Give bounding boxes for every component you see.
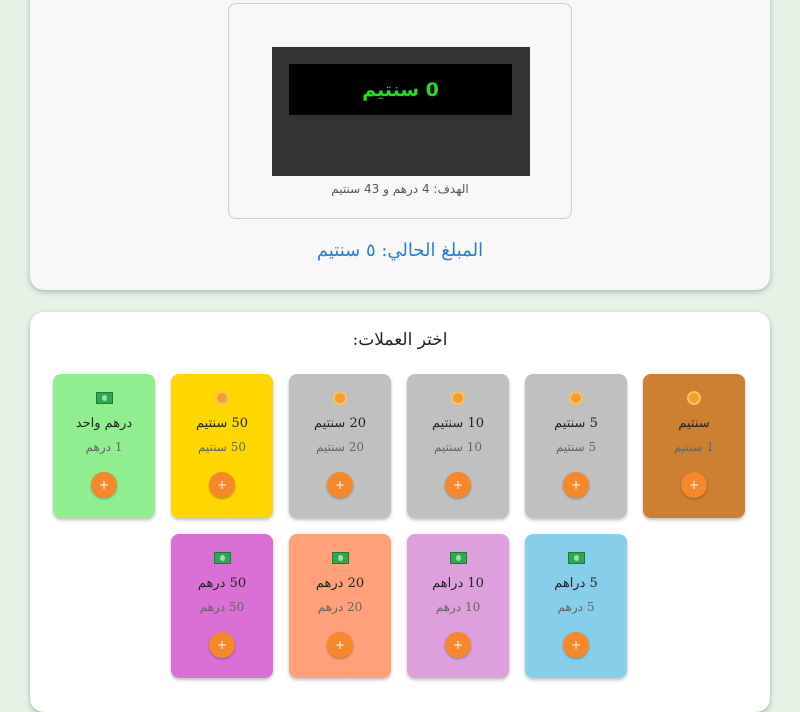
target-amount-label: الهدف: 4 درهم و 43 سنتيم — [331, 182, 469, 196]
choose-currencies-title: اختر العملات: — [352, 330, 448, 350]
currency-card-name: 50 سنتيم — [196, 416, 248, 431]
currency-card-10-dirhams[interactable]: 10 دراهم 10 درهم + — [407, 534, 509, 678]
coin-icon — [643, 391, 745, 410]
currency-card-1-dirham[interactable]: درهم واحد 1 درهم + — [53, 374, 155, 518]
machine-display-box: 0 سنتيم الهدف: 4 درهم و 43 سنتيم — [228, 3, 572, 219]
add-currency-button[interactable]: + — [563, 472, 589, 498]
money-display-panel: 0 سنتيم الهدف: 4 درهم و 43 سنتيم المبلغ … — [30, 0, 770, 290]
currency-card-value: 50 درهم — [199, 600, 245, 614]
add-currency-button[interactable]: + — [445, 632, 471, 658]
currency-card-name: 5 دراهم — [554, 576, 598, 591]
currency-card-value: 50 سنتيم — [198, 440, 246, 454]
add-currency-button[interactable]: + — [327, 632, 353, 658]
currency-card-20-dirhams[interactable]: 20 درهم 20 درهم + — [289, 534, 391, 678]
currency-card-value: 10 سنتيم — [434, 440, 482, 454]
add-currency-button[interactable]: + — [91, 472, 117, 498]
coin-icon — [525, 391, 627, 410]
currency-card-name: 20 سنتيم — [314, 416, 366, 431]
add-currency-button[interactable]: + — [445, 472, 471, 498]
currency-card-20-centimes[interactable]: 20 سنتيم 20 سنتيم + — [289, 374, 391, 518]
machine-body: 0 سنتيم — [272, 47, 530, 176]
currency-card-5-centimes[interactable]: 5 سنتيم 5 سنتيم + — [525, 374, 627, 518]
coin-icon — [407, 391, 509, 410]
coin-icon — [171, 391, 273, 410]
add-currency-button[interactable]: + — [209, 632, 235, 658]
add-currency-button[interactable]: + — [327, 472, 353, 498]
currency-card-value: 10 درهم — [435, 600, 481, 614]
banknote-icon — [289, 551, 391, 569]
currency-card-5-dirhams[interactable]: 5 دراهم 5 درهم + — [525, 534, 627, 678]
add-currency-button[interactable]: + — [681, 472, 707, 498]
add-currency-button[interactable]: + — [563, 632, 589, 658]
currency-card-name: 20 درهم — [315, 576, 365, 591]
currency-card-value: 20 سنتيم — [316, 440, 364, 454]
currency-card-50-centimes[interactable]: 50 سنتيم 50 سنتيم + — [171, 374, 273, 518]
currency-card-name: 50 درهم — [197, 576, 247, 591]
currency-card-value: 20 درهم — [317, 600, 363, 614]
amount-screen: 0 سنتيم — [289, 64, 512, 115]
currency-card-value: 1 سنتيم — [673, 440, 715, 454]
currency-card-name: درهم واحد — [75, 416, 133, 431]
currency-card-10-centimes[interactable]: 10 سنتيم 10 سنتيم + — [407, 374, 509, 518]
currency-card-name: 10 سنتيم — [432, 416, 484, 431]
add-currency-button[interactable]: + — [209, 472, 235, 498]
banknote-icon — [171, 551, 273, 569]
currency-card-value: 1 درهم — [85, 440, 123, 454]
current-amount-label: المبلغ الحالي: ٥ سنتيم — [316, 240, 484, 261]
banknote-icon — [525, 551, 627, 569]
currency-card-1-centime[interactable]: سنتيم 1 سنتيم + — [643, 374, 745, 518]
currency-card-name: سنتيم — [678, 416, 710, 431]
banknote-icon — [53, 391, 155, 409]
currency-card-value: 5 سنتيم — [555, 440, 597, 454]
currency-card-value: 5 درهم — [557, 600, 595, 614]
banknote-icon — [407, 551, 509, 569]
currency-card-name: 5 سنتيم — [554, 416, 598, 431]
currency-card-name: 10 دراهم — [432, 576, 484, 591]
coin-icon — [289, 391, 391, 410]
currency-card-50-dirhams[interactable]: 50 درهم 50 درهم + — [171, 534, 273, 678]
currency-selection-panel: اختر العملات: سنتيم 1 سنتيم + 5 سنتيم 5 … — [30, 312, 770, 712]
